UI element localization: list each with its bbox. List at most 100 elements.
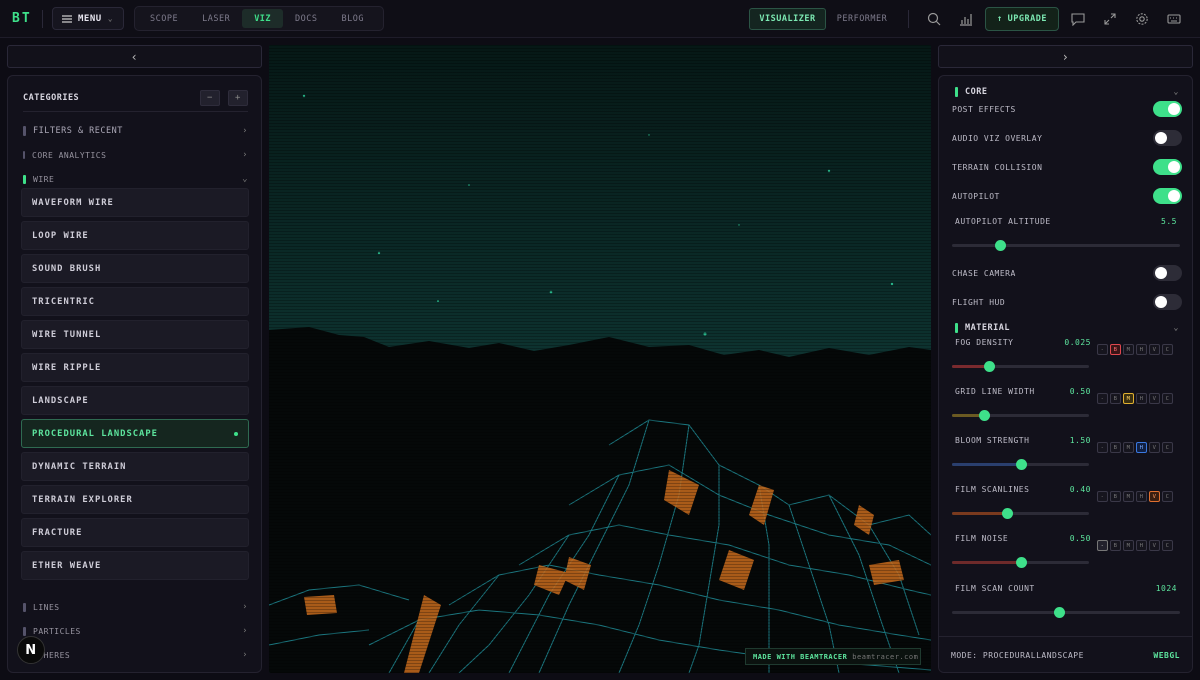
section-material[interactable]: MATERIAL ⌄ [955,321,1179,335]
collapse-left-panel-button[interactable]: ‹ [7,45,262,68]
list-item-label: FRACTURE [32,527,83,538]
modulation-button[interactable]: H [1136,491,1147,502]
menu-button[interactable]: MENU ⌄ [52,7,124,30]
category-lines[interactable]: LINES › [23,600,248,614]
list-item-landscape[interactable]: LANDSCAPE [21,386,249,415]
slider-thumb[interactable] [983,361,995,372]
modulation-button[interactable]: - [1097,540,1108,551]
modulation-button[interactable]: B [1110,393,1121,404]
modulation-button[interactable]: V [1149,442,1160,453]
list-item-label: WIRE TUNNEL [32,329,102,340]
list-item-procedural-landscape[interactable]: PROCEDURAL LANDSCAPE [21,419,249,448]
modulation-button[interactable]: M [1123,393,1134,404]
category-label: WIRE [33,174,55,184]
slider-thumb[interactable] [1015,459,1027,470]
expand-all-button[interactable]: + [228,89,248,106]
modulation-button[interactable]: B [1110,442,1121,453]
modulation-button[interactable]: C [1162,442,1173,453]
modulation-button[interactable]: C [1162,393,1173,404]
modulation-button[interactable]: H [1136,540,1147,551]
list-item-terrain-explorer[interactable]: TERRAIN EXPLORER [21,485,249,514]
audio-viz-overlay-toggle[interactable] [1153,130,1182,146]
performer-mode-button[interactable]: PERFORMER [830,8,894,30]
post-effects-toggle[interactable] [1153,101,1182,117]
dev-badge[interactable]: N [17,636,45,664]
modulation-button[interactable]: H [1136,393,1147,404]
tab-laser[interactable]: LASER [190,9,242,28]
modulation-button[interactable]: - [1097,442,1108,453]
list-item-dynamic-terrain[interactable]: DYNAMIC TERRAIN [21,452,249,481]
modulation-button[interactable]: C [1162,344,1173,355]
modulation-button[interactable]: - [1097,491,1108,502]
fullscreen-icon[interactable] [1101,10,1119,28]
slider-thumb[interactable] [1054,607,1066,618]
modulation-button[interactable]: V [1149,540,1160,551]
list-item-loop-wire[interactable]: LOOP WIRE [21,221,249,250]
slider-thumb[interactable] [994,240,1006,251]
made-with-badge[interactable]: MADE WITH BEAMTRACER beamtracer.com [745,648,921,665]
material-slider[interactable] [952,361,1089,372]
list-item-tricentric[interactable]: TRICENTRIC [21,287,249,316]
material-slider[interactable] [952,459,1089,470]
modulation-button[interactable]: - [1097,393,1108,404]
search-icon[interactable] [925,10,943,28]
material-slider[interactable] [952,410,1089,421]
render-viewport[interactable] [269,45,931,673]
modulation-button[interactable]: B [1110,344,1121,355]
material-slider[interactable] [952,508,1089,519]
terrain-collision-toggle[interactable] [1153,159,1182,175]
tab-blog[interactable]: BLOG [330,9,376,28]
section-core[interactable]: CORE ⌄ [955,85,1179,99]
section-title: MATERIAL [965,323,1010,333]
list-item-wire-ripple[interactable]: WIRE RIPPLE [21,353,249,382]
modulation-button[interactable]: M [1123,540,1134,551]
category-spheres[interactable]: SPHERES › [23,648,248,662]
tab-docs[interactable]: DOCS [283,9,329,28]
chat-icon[interactable] [1069,10,1087,28]
list-item-fracture[interactable]: FRACTURE [21,518,249,547]
list-item-waveform-wire[interactable]: WAVEFORM WIRE [21,188,249,217]
logo[interactable]: BT [12,11,32,26]
list-item-sound-brush[interactable]: SOUND BRUSH [21,254,249,283]
category-filters-recent[interactable]: FILTERS & RECENT › [23,124,248,138]
upgrade-button[interactable]: ↑ UPGRADE [985,7,1059,31]
modulation-button[interactable]: V [1149,344,1160,355]
modulation-button[interactable]: B [1110,540,1121,551]
material-slider[interactable] [952,557,1089,568]
film-scan-count-label-row: FILM SCAN COUNT 1024 [955,584,1177,593]
list-item-ether-weave[interactable]: ETHER WEAVE [21,551,249,580]
visualizer-mode-button[interactable]: VISUALIZER [749,8,826,30]
modulation-button[interactable]: C [1162,491,1173,502]
keyboard-icon[interactable] [1165,10,1183,28]
film-scan-count-slider[interactable] [952,607,1180,618]
modulation-button[interactable]: M [1123,491,1134,502]
collapse-right-panel-button[interactable]: › [938,45,1193,68]
slider-thumb[interactable] [978,410,990,421]
modulation-button[interactable]: H [1136,344,1147,355]
modulation-button[interactable]: - [1097,344,1108,355]
flight-hud-toggle[interactable] [1153,294,1182,310]
tab-viz[interactable]: VIZ [242,9,284,28]
category-wire[interactable]: WIRE ⌄ [23,172,248,186]
chase-camera-toggle[interactable] [1153,265,1182,281]
gear-icon[interactable] [1133,10,1151,28]
slider-value: 5.5 [1161,217,1177,226]
tab-scope[interactable]: SCOPE [138,9,190,28]
modulation-button[interactable]: M [1123,442,1134,453]
collapse-all-button[interactable]: − [200,89,220,106]
modulation-button[interactable]: C [1162,540,1173,551]
modulation-button[interactable]: B [1110,491,1121,502]
slider-thumb[interactable] [1001,508,1013,519]
category-particles[interactable]: PARTICLES › [23,624,248,638]
category-core-analytics[interactable]: CORE ANALYTICS › [23,148,248,162]
toggle-label: TERRAIN COLLISION [952,162,1043,172]
list-item-wire-tunnel[interactable]: WIRE TUNNEL [21,320,249,349]
autopilot-toggle[interactable] [1153,188,1182,204]
modulation-button[interactable]: M [1123,344,1134,355]
modulation-button[interactable]: V [1149,491,1160,502]
autopilot-altitude-slider[interactable] [952,240,1180,251]
modulation-button[interactable]: V [1149,393,1160,404]
bar-chart-icon[interactable] [957,10,975,28]
slider-thumb[interactable] [1015,557,1027,568]
modulation-button[interactable]: H [1136,442,1147,453]
